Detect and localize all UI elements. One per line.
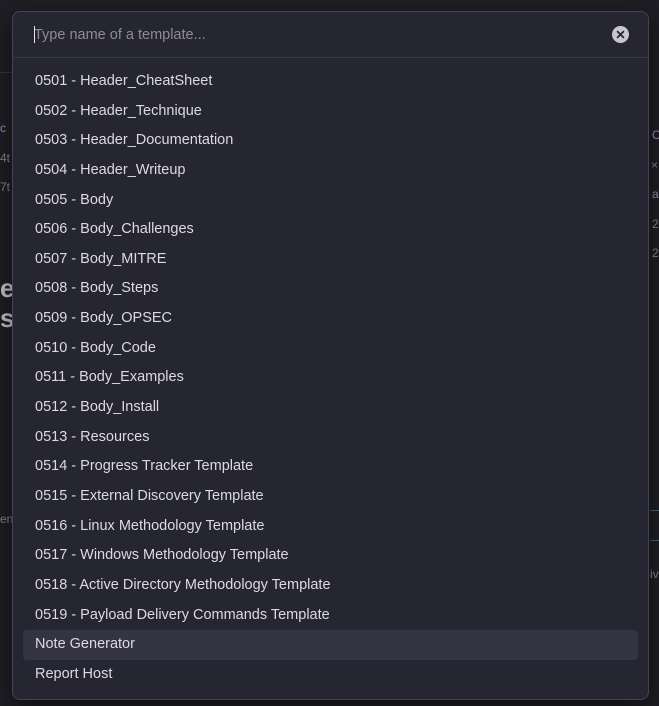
template-item-0515[interactable]: 0515 - External Discovery Template xyxy=(23,482,638,512)
search-input[interactable] xyxy=(34,23,594,47)
bg-fragment: c xyxy=(0,121,6,135)
bg-divider xyxy=(650,540,659,541)
template-item-0516[interactable]: 0516 - Linux Methodology Template xyxy=(23,512,638,542)
bg-fragment: C xyxy=(652,128,659,142)
bg-fragment: 4t xyxy=(0,151,11,165)
template-list: 0501 - Header_CheatSheet 0502 - Header_T… xyxy=(23,67,638,689)
template-item-0502[interactable]: 0502 - Header_Technique xyxy=(23,97,638,127)
template-item-report-host[interactable]: Report Host xyxy=(23,660,638,690)
template-item-0506[interactable]: 0506 - Body_Challenges xyxy=(23,215,638,245)
template-item-0513[interactable]: 0513 - Resources xyxy=(23,423,638,453)
template-item-0517[interactable]: 0517 - Windows Methodology Template xyxy=(23,541,638,571)
template-item-0512[interactable]: 0512 - Body_Install xyxy=(23,393,638,423)
bg-fragment: iv xyxy=(650,567,659,581)
template-item-note-generator[interactable]: Note Generator xyxy=(23,630,638,660)
text-caret xyxy=(34,26,35,43)
template-item-0508[interactable]: 0508 - Body_Steps xyxy=(23,274,638,304)
bg-fragment: a xyxy=(652,187,659,201)
close-circle-icon xyxy=(616,30,625,39)
bg-fragment: × xyxy=(651,158,659,172)
template-item-0505[interactable]: 0505 - Body xyxy=(23,186,638,216)
template-item-0507[interactable]: 0507 - Body_MITRE xyxy=(23,245,638,275)
template-item-0503[interactable]: 0503 - Header_Documentation xyxy=(23,126,638,156)
search-bar xyxy=(13,12,648,58)
template-item-0501[interactable]: 0501 - Header_CheatSheet xyxy=(23,67,638,97)
bg-fragment: 2 xyxy=(652,246,659,260)
template-item-0511[interactable]: 0511 - Body_Examples xyxy=(23,363,638,393)
clear-search-button[interactable] xyxy=(612,26,629,43)
template-item-0518[interactable]: 0518 - Active Directory Methodology Temp… xyxy=(23,571,638,601)
template-item-0510[interactable]: 0510 - Body_Code xyxy=(23,334,638,364)
bg-divider xyxy=(650,510,659,511)
template-picker-modal: 0501 - Header_CheatSheet 0502 - Header_T… xyxy=(12,11,649,700)
bg-divider xyxy=(0,72,12,73)
bg-fragment: 7t xyxy=(0,180,11,194)
template-item-0514[interactable]: 0514 - Progress Tracker Template xyxy=(23,452,638,482)
template-item-0519[interactable]: 0519 - Payload Delivery Commands Templat… xyxy=(23,601,638,631)
template-item-0509[interactable]: 0509 - Body_OPSEC xyxy=(23,304,638,334)
template-item-0504[interactable]: 0504 - Header_Writeup xyxy=(23,156,638,186)
bg-fragment: 2 xyxy=(652,217,659,231)
